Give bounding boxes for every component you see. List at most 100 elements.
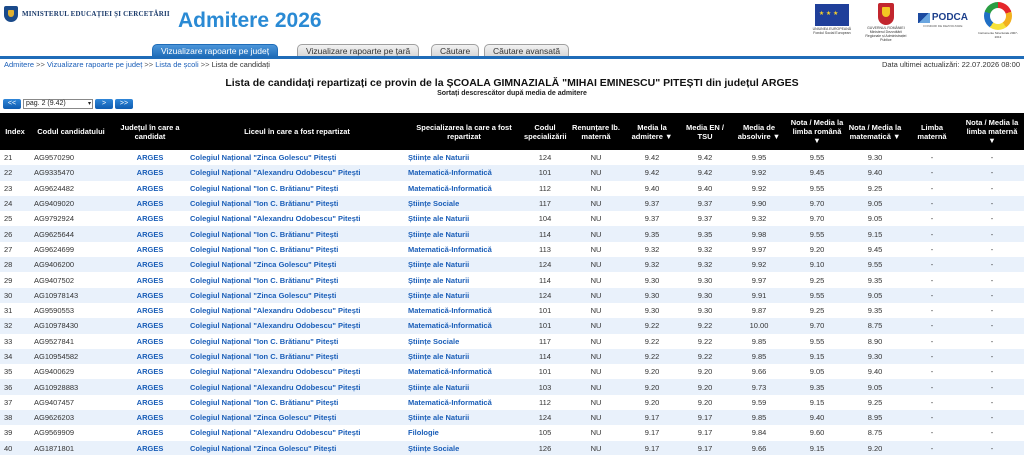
cell-cod-specializare: 103 [522,379,568,395]
cell-liceu[interactable]: Colegiul Național "Alexandru Odobescu" P… [188,165,406,181]
cell-specializare[interactable]: Științe ale Naturii [406,257,522,273]
cell-limba-materna: - [904,180,960,196]
cell-specializare[interactable]: Științe ale Naturii [406,379,522,395]
col-nota-romana[interactable]: Nota / Media la limba română ▼ [788,113,846,150]
cell-liceu[interactable]: Colegiul Național "Alexandru Odobescu" P… [188,318,406,334]
cell-code: AG9335470 [30,165,112,181]
cell-media-admitere: 9.17 [624,425,680,441]
cell-specializare[interactable]: Științe ale Naturii [406,150,522,166]
cell-liceu[interactable]: Colegiul Național "Zinca Golescu" Piteșt… [188,287,406,303]
cell-nota-limba-materna: - [960,394,1024,411]
cell-liceu[interactable]: Colegiul Național "Ion C. Brătianu" Pite… [188,272,406,288]
cell-specializare[interactable]: Științe Sociale [406,195,522,212]
cell-code: AG9406200 [30,257,112,273]
is-logo-caption: Instrumente Structurale 2007-2013 [978,31,1018,39]
cell-limba-materna: - [904,440,960,455]
cell-liceu[interactable]: Colegiul Național "Zinca Golescu" Piteșt… [188,150,406,166]
cell-liceu[interactable]: Colegiul Național "Alexandru Odobescu" P… [188,364,406,380]
cell-judet: ARGES [112,364,188,380]
cell-liceu[interactable]: Colegiul Național "Zinca Golescu" Piteșt… [188,257,406,273]
cell-specializare[interactable]: Matematică-Informatică [406,165,522,181]
cell-cod-specializare: 124 [522,287,568,303]
cell-nota-romana: 9.70 [788,195,846,212]
cell-media-admitere: 9.17 [624,410,680,426]
cell-specializare[interactable]: Matematică-Informatică [406,318,522,334]
cell-specializare[interactable]: Științe ale Naturii [406,272,522,288]
breadcrumb-admitere[interactable]: Admitere [4,60,34,69]
table-row: 27 AG9624699 ARGES Colegiul Național "Ion C… [0,241,1024,258]
cell-nota-limba-materna: - [960,241,1024,258]
cell-specializare[interactable]: Matematică-Informatică [406,241,522,258]
next-page-button[interactable]: > [95,99,113,109]
cell-specializare[interactable]: Științe Sociale [406,333,522,349]
cell-liceu[interactable]: Colegiul Național "Ion C. Brătianu" Pite… [188,241,406,258]
col-media-absolvire[interactable]: Media de absolvire ▼ [730,113,788,150]
cell-index: 29 [0,272,30,288]
cell-specializare[interactable]: Științe Sociale [406,440,522,455]
breadcrumb-rapoarte-judet[interactable]: Vizualizare rapoarte pe județ [47,60,142,69]
cell-specializare[interactable]: Științe ale Naturii [406,287,522,303]
cell-nota-matematica: 9.30 [846,150,904,166]
cell-media-absolvire: 9.84 [730,425,788,441]
cell-liceu[interactable]: Colegiul Național "Alexandru Odobescu" P… [188,379,406,395]
cell-cod-specializare: 113 [522,241,568,258]
cell-specializare[interactable]: Matematică-Informatică [406,180,522,196]
cell-specializare[interactable]: Științe ale Naturii [406,211,522,227]
table-row: 37 AG9407457 ARGES Colegiul Național "Ion C… [0,394,1024,411]
last-page-button[interactable]: >> [115,99,133,109]
cell-limba-materna: - [904,364,960,380]
page-select-value: pag. 2 (9.42) [26,100,66,107]
cell-media-absolvire: 9.85 [730,333,788,349]
cell-media-admitere: 9.32 [624,241,680,258]
cell-specializare[interactable]: Matematică-Informatică [406,364,522,380]
cell-nota-romana: 9.25 [788,302,846,319]
cell-nota-limba-materna: - [960,226,1024,242]
cell-limba-materna: - [904,425,960,441]
cell-specializare[interactable]: Matematică-Informatică [406,302,522,319]
cell-renuntare: NU [568,287,624,303]
cell-nota-limba-materna: - [960,410,1024,426]
cell-specializare[interactable]: Matematică-Informatică [406,394,522,411]
cell-nota-romana: 9.10 [788,257,846,273]
cell-specializare[interactable]: Științe ale Naturii [406,226,522,242]
cell-specializare[interactable]: Filologie [406,425,522,441]
cell-liceu[interactable]: Colegiul Național "Ion C. Brătianu" Pite… [188,226,406,242]
cell-media-en: 9.32 [680,241,730,258]
cell-judet: ARGES [112,241,188,258]
cell-liceu[interactable]: Colegiul Național "Ion C. Brătianu" Pite… [188,195,406,212]
cell-specializare[interactable]: Științe ale Naturii [406,410,522,426]
cell-liceu[interactable]: Colegiul Național "Ion C. Brătianu" Pite… [188,394,406,411]
cell-liceu[interactable]: Colegiul Național "Ion C. Brătianu" Pite… [188,333,406,349]
cell-media-absolvire: 9.59 [730,394,788,411]
eu-logo-caption: UNIUNEA EUROPEANĂ Fondul Social European [812,27,852,35]
first-page-button[interactable]: << [3,99,21,109]
cell-media-absolvire: 9.91 [730,287,788,303]
cell-index: 32 [0,318,30,334]
cell-renuntare: NU [568,318,624,334]
cell-liceu[interactable]: Colegiul Național "Ion C. Brătianu" Pite… [188,348,406,365]
breadcrumb-lista-scoli[interactable]: Lista de școli [155,60,198,69]
cell-code: AG10978430 [30,318,112,334]
cell-index: 34 [0,348,30,365]
col-liceu: Liceul în care a fost repartizat [188,113,406,150]
cell-judet: ARGES [112,318,188,334]
cell-liceu[interactable]: Colegiul Național "Zinca Golescu" Piteșt… [188,410,406,426]
cell-index: 28 [0,257,30,273]
cell-code: AG10954582 [30,348,112,365]
col-media-admitere[interactable]: Media la admitere ▼ [624,113,680,150]
cell-liceu[interactable]: Colegiul Național "Zinca Golescu" Piteșt… [188,440,406,455]
cell-nota-limba-materna: - [960,333,1024,349]
col-nota-matematica[interactable]: Nota / Media la matematică ▼ [846,113,904,150]
cell-specializare[interactable]: Științe ale Naturii [406,348,522,365]
cell-cod-specializare: 117 [522,195,568,212]
cell-liceu[interactable]: Colegiul Național "Alexandru Odobescu" P… [188,302,406,319]
col-nota-limba-materna[interactable]: Nota / Media la limba maternă ▼ [960,113,1024,150]
page-select[interactable]: pag. 2 (9.42) ▾ [23,99,93,109]
cell-liceu[interactable]: Colegiul Național "Alexandru Odobescu" P… [188,211,406,227]
ministry-logo[interactable]: MINISTERUL EDUCAȚIEI ȘI CERCETĂRII [4,6,170,22]
table-row: 29 AG9407502 ARGES Colegiul Național "Ion C… [0,272,1024,288]
cell-nota-matematica: 9.15 [846,226,904,242]
cell-liceu[interactable]: Colegiul Național "Ion C. Brătianu" Pite… [188,180,406,196]
cell-renuntare: NU [568,333,624,349]
cell-liceu[interactable]: Colegiul Național "Alexandru Odobescu" P… [188,425,406,441]
